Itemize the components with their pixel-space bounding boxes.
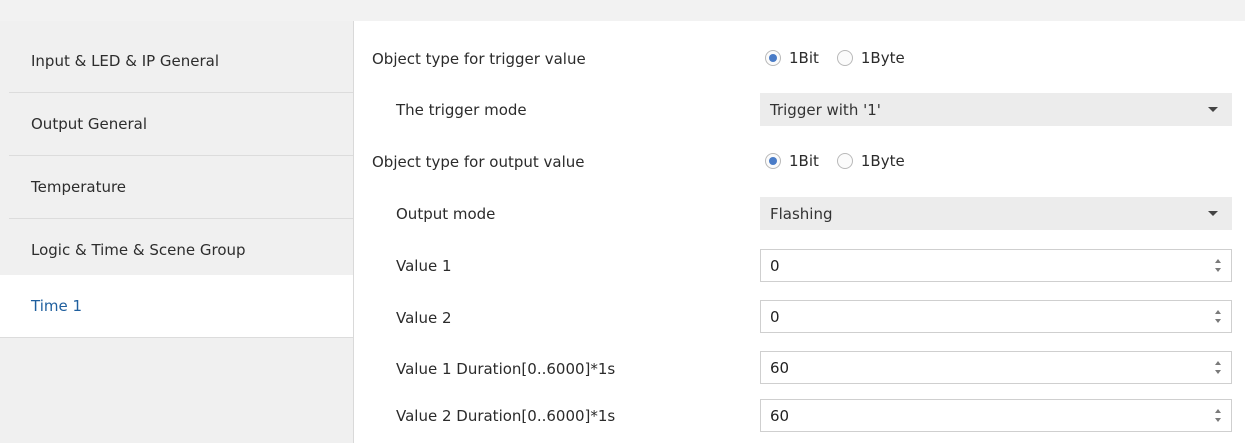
radio-checked-icon[interactable] bbox=[765, 153, 781, 169]
sidebar-item-temperature[interactable]: Temperature bbox=[9, 156, 353, 219]
radio-option-label: 1Bit bbox=[789, 49, 819, 67]
sidebar: Input & LED & IP General Output General … bbox=[0, 21, 354, 443]
sidebar-item-label: Output General bbox=[31, 115, 147, 133]
trigger-object-type-radio-group: 1Bit 1Byte bbox=[765, 49, 923, 67]
value1-input[interactable] bbox=[770, 256, 1190, 276]
radio-unchecked-icon[interactable] bbox=[836, 153, 853, 169]
spin-down-icon[interactable] bbox=[1215, 370, 1221, 374]
output-object-type-label: Object type for output value bbox=[372, 153, 585, 171]
output-mode-label: Output mode bbox=[396, 205, 496, 223]
sidebar-item-logic-time-scene-group[interactable]: Logic & Time & Scene Group bbox=[9, 219, 353, 282]
spin-up-icon[interactable] bbox=[1215, 259, 1221, 263]
trigger-object-type-label: Object type for trigger value bbox=[372, 50, 586, 68]
value1-label: Value 1 bbox=[396, 257, 452, 275]
spin-down-icon[interactable] bbox=[1215, 268, 1221, 272]
trigger-type-1byte-option[interactable]: 1Byte bbox=[836, 49, 905, 67]
value2-label: Value 2 bbox=[396, 309, 452, 327]
radio-option-label: 1Bit bbox=[789, 152, 819, 170]
top-strip bbox=[0, 0, 1245, 21]
value1-duration-input[interactable] bbox=[770, 358, 1190, 378]
radio-option-label: 1Byte bbox=[860, 152, 905, 170]
spin-up-icon[interactable] bbox=[1215, 310, 1221, 314]
spin-up-icon[interactable] bbox=[1215, 361, 1221, 365]
trigger-mode-label: The trigger mode bbox=[396, 101, 527, 119]
trigger-mode-value: Trigger with '1' bbox=[770, 100, 881, 119]
value1-stepper[interactable] bbox=[760, 249, 1232, 282]
value2-duration-input[interactable] bbox=[770, 406, 1190, 426]
output-mode-value: Flashing bbox=[770, 204, 833, 223]
radio-option-label: 1Byte bbox=[860, 49, 905, 67]
spin-up-icon[interactable] bbox=[1215, 409, 1221, 413]
output-type-1bit-option[interactable]: 1Bit bbox=[765, 152, 819, 170]
spin-down-icon[interactable] bbox=[1215, 319, 1221, 323]
sidebar-item-label: Time 1 bbox=[31, 297, 83, 315]
value2-input[interactable] bbox=[770, 307, 1190, 327]
chevron-down-icon bbox=[1208, 107, 1218, 112]
radio-unchecked-icon[interactable] bbox=[836, 50, 853, 66]
value2-duration-label: Value 2 Duration[0..6000]*1s bbox=[396, 407, 616, 425]
output-type-1byte-option[interactable]: 1Byte bbox=[836, 152, 905, 170]
trigger-type-1bit-option[interactable]: 1Bit bbox=[765, 49, 819, 67]
trigger-mode-dropdown[interactable]: Trigger with '1' bbox=[760, 93, 1232, 126]
value1-duration-stepper[interactable] bbox=[760, 351, 1232, 384]
sidebar-item-label: Temperature bbox=[31, 178, 127, 196]
output-mode-dropdown[interactable]: Flashing bbox=[760, 197, 1232, 230]
spin-down-icon[interactable] bbox=[1215, 418, 1221, 422]
output-object-type-radio-group: 1Bit 1Byte bbox=[765, 152, 923, 170]
radio-checked-icon[interactable] bbox=[765, 50, 781, 66]
value2-duration-stepper[interactable] bbox=[760, 399, 1232, 432]
sidebar-item-label: Input & LED & IP General bbox=[31, 52, 220, 70]
sidebar-divider bbox=[353, 21, 354, 443]
sidebar-item-output-general[interactable]: Output General bbox=[9, 93, 353, 156]
value1-duration-label: Value 1 Duration[0..6000]*1s bbox=[396, 360, 616, 378]
sidebar-item-time-1[interactable]: Time 1 bbox=[0, 275, 354, 338]
value2-stepper[interactable] bbox=[760, 300, 1232, 333]
sidebar-item-label: Logic & Time & Scene Group bbox=[31, 241, 246, 259]
chevron-down-icon bbox=[1208, 211, 1218, 216]
sidebar-item-input-led-ip-general[interactable]: Input & LED & IP General bbox=[9, 30, 353, 93]
